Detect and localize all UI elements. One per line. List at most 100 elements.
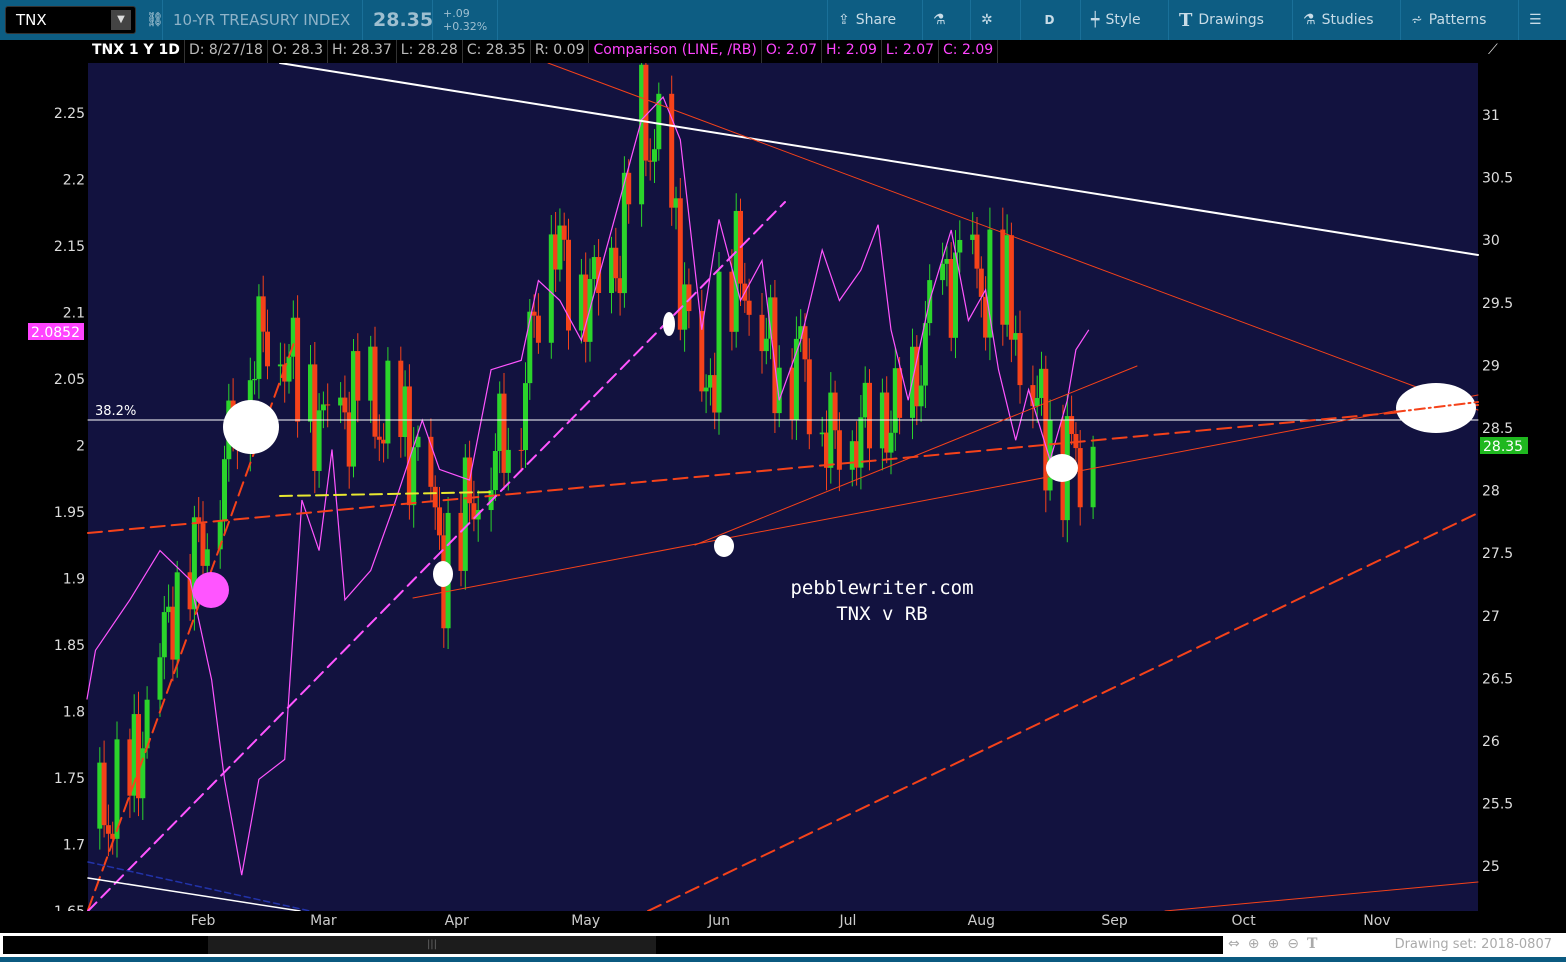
- candle-body: [518, 449, 524, 451]
- flask-icon: ⚗: [1303, 12, 1316, 28]
- left-axis-tick: 2.05: [54, 372, 85, 388]
- candle: [716, 252, 722, 435]
- candle: [677, 177, 683, 341]
- flask-button[interactable]: ⚗: [922, 0, 956, 40]
- candle-body: [561, 225, 567, 240]
- candle: [385, 347, 391, 459]
- comparison-price-badge-text: 2.0852: [31, 325, 80, 341]
- flask-icon: ⚗: [933, 12, 946, 28]
- left-axis-tick: 1.9: [63, 572, 85, 588]
- highlight-ellipse[interactable]: [433, 561, 453, 587]
- candle-body: [325, 404, 331, 406]
- right-axis-tick: 26.5: [1482, 671, 1513, 687]
- crosshair-icon[interactable]: ⊕: [1248, 936, 1260, 952]
- zoom-in-icon[interactable]: ⊕: [1267, 936, 1279, 952]
- candle-body: [402, 386, 408, 438]
- left-axis-tick: 2: [76, 439, 85, 455]
- menu-button[interactable]: ☰: [1518, 0, 1566, 40]
- candle-body: [639, 64, 645, 205]
- candle-body: [342, 397, 348, 413]
- candle-body: [458, 512, 464, 571]
- candle-body: [819, 432, 825, 435]
- scrollbar-thumb[interactable]: |||: [208, 936, 656, 954]
- chevron-down-icon[interactable]: ▼: [111, 10, 131, 30]
- style-button[interactable]: ┿ Style: [1080, 0, 1151, 40]
- settings-button[interactable]: ✲: [970, 0, 1003, 40]
- right-axis-tick: 30.5: [1482, 171, 1513, 187]
- highlight-ellipse[interactable]: [1046, 454, 1078, 482]
- candle-body: [432, 486, 438, 508]
- zoom-out-icon[interactable]: ⊖: [1287, 936, 1299, 952]
- candle-body: [970, 234, 976, 240]
- candle-body: [596, 257, 602, 294]
- candle-body: [200, 523, 206, 566]
- horizontal-scrollbar[interactable]: |||: [3, 936, 1223, 954]
- bar-range: R: 0.09: [531, 40, 590, 63]
- candle: [114, 721, 120, 858]
- candle-body: [669, 93, 675, 208]
- aggregation-button[interactable]: D: [1020, 0, 1078, 40]
- right-axis-tick: 25.5: [1482, 797, 1513, 813]
- candle-body: [922, 323, 928, 386]
- candle-body: [372, 346, 378, 437]
- candle-body: [1039, 368, 1044, 398]
- candle-body: [957, 239, 963, 253]
- candle-body: [222, 459, 227, 522]
- candle-body: [849, 441, 855, 470]
- candle-body: [832, 392, 838, 431]
- patterns-button[interactable]: ⩫ Patterns: [1400, 0, 1496, 40]
- candle-body: [1069, 416, 1075, 435]
- candle-body: [712, 375, 718, 413]
- candle-body: [948, 258, 954, 338]
- candle-body: [320, 404, 326, 411]
- drawings-button[interactable]: T Drawings: [1168, 0, 1274, 40]
- highlight-ellipse[interactable]: [663, 312, 675, 336]
- candle-body: [609, 247, 614, 294]
- studies-button[interactable]: ⚗ Studies: [1292, 0, 1384, 40]
- candle-body: [381, 439, 387, 444]
- candle: [312, 341, 318, 494]
- highlight-ellipse[interactable]: [714, 535, 734, 557]
- candle-body: [940, 263, 946, 281]
- text-tool-icon: T: [1179, 9, 1193, 31]
- candle-body: [256, 296, 262, 379]
- candle-body: [531, 311, 537, 316]
- pan-icon[interactable]: ⇔: [1228, 936, 1240, 952]
- candle-body: [174, 572, 180, 660]
- candle-body: [170, 606, 176, 660]
- time-axis-tick: Sep: [1101, 913, 1128, 929]
- share-button[interactable]: ⇪ Share: [827, 0, 906, 40]
- symbol-selector[interactable]: TNX ▼: [5, 6, 136, 34]
- fib-label: 38.2%: [95, 404, 136, 419]
- candle-body: [729, 271, 735, 332]
- bar-date: D: 8/27/18: [185, 40, 268, 63]
- drawing-set[interactable]: Drawing set: 2018-0807: [1395, 937, 1552, 952]
- highlight-ellipse[interactable]: [223, 400, 279, 454]
- candle: [548, 214, 554, 359]
- candle-body: [613, 247, 619, 279]
- watermark-site: pebblewriter.com: [790, 577, 973, 599]
- candle-body: [918, 385, 924, 407]
- gear-icon: ✲: [981, 12, 993, 28]
- candle-body: [286, 356, 292, 382]
- comparison-label[interactable]: Comparison (LINE, /RB): [589, 40, 762, 63]
- candle-body: [277, 364, 283, 367]
- candle-body: [806, 359, 812, 435]
- left-axis-tick: 2.2: [63, 173, 85, 189]
- magenta-highlight-circle[interactable]: [193, 572, 229, 608]
- right-axis-tick: 29: [1482, 358, 1500, 374]
- right-axis-tick: 25: [1482, 859, 1500, 875]
- fit-study-icon[interactable]: ⟋: [1484, 40, 1502, 60]
- time-axis-tick: May: [571, 913, 601, 929]
- candle-body: [974, 234, 980, 269]
- candle-body: [824, 432, 829, 468]
- candle-body: [789, 367, 795, 420]
- candle-body: [673, 198, 679, 208]
- right-axis-tick: 29.5: [1482, 296, 1513, 312]
- price-chart[interactable]: 2.25 2.2 2.15 2.1 2.05 2 1.95 1.9 1.85 1.8 1.75 1.7…: [0, 63, 1566, 911]
- left-axis-tick: 1.85: [54, 638, 85, 654]
- candle-body: [1017, 333, 1023, 386]
- time-axis-tick: Oct: [1231, 913, 1256, 929]
- candle-body: [1000, 229, 1006, 325]
- text-tool-icon[interactable]: T: [1307, 936, 1317, 952]
